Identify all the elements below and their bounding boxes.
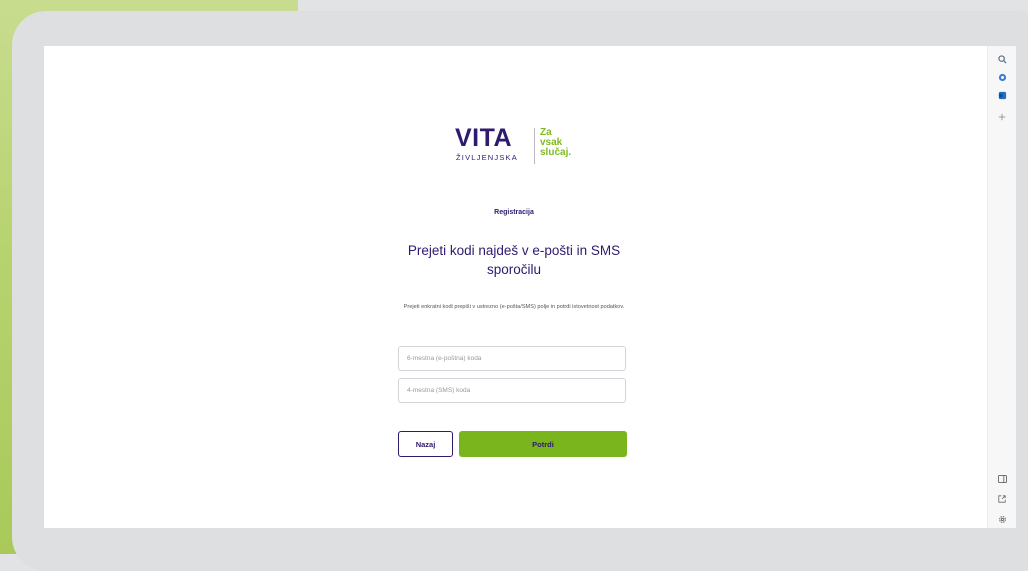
confirm-button[interactable]: Potrdi [459,431,627,457]
plus-icon[interactable] [995,110,1009,124]
registration-panel: VITA ŽIVLJENJSKA Za vsak slučaj. Registr… [398,46,630,528]
sms-code-field[interactable] [398,378,626,403]
extension-icon[interactable] [995,70,1009,84]
email-code-input[interactable] [399,347,625,370]
settings-icon[interactable] [995,512,1009,526]
tagline-line: slučaj. [540,147,572,158]
logo-subtitle: ŽIVLJENJSKA [456,153,518,162]
browser-screen: VITA ŽIVLJENJSKA Za vsak slučaj. Registr… [44,46,1016,528]
browser-side-rail [987,46,1016,528]
back-button[interactable]: Nazaj [398,431,453,457]
open-external-icon[interactable] [995,492,1009,506]
outlook-icon[interactable] [995,88,1009,102]
logo-tagline: Za vsak slučaj. [540,128,590,158]
step-label: Registracija [494,209,534,216]
page-title: Prejeti kodi najdeš v e-pošti in SMS spo… [407,243,621,277]
search-icon[interactable] [995,52,1009,66]
logo-wordmark: VITA [455,124,513,152]
instructions-text: Prejeti enkratni kodi prepiši v ustrezno… [403,304,625,310]
sidebar-toggle-icon[interactable] [995,472,1009,486]
vita-logo: VITA ŽIVLJENJSKA Za vsak slučaj. [455,126,585,166]
email-code-field[interactable] [398,346,626,371]
logo-divider [534,128,535,164]
sms-code-input[interactable] [399,379,625,402]
